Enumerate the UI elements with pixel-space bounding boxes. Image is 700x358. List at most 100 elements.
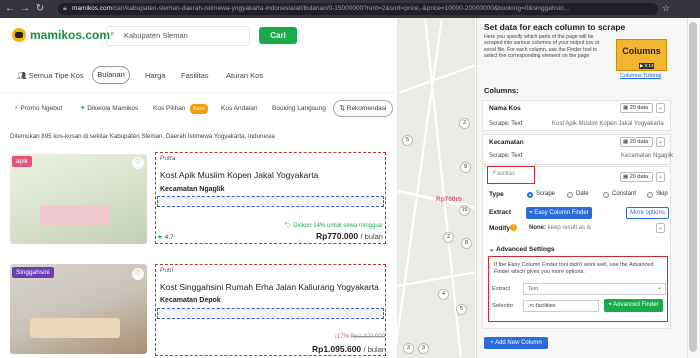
listing-gender: Putri: [160, 267, 174, 274]
filter-harga[interactable]: Harga: [145, 71, 165, 81]
easy-column-finder-button[interactable]: ⌖ Easy Column Finder: [526, 207, 592, 219]
scrape-preview: Kost Apik Muslim Kopen Jakal Yogyakarta: [552, 121, 664, 127]
advanced-settings-text: If the Easy Column Finder tool didn't wo…: [494, 262, 654, 275]
columns-tutorial-link[interactable]: Columns Tutorial: [620, 73, 661, 79]
modify-value: None:: [529, 225, 546, 231]
map-pin[interactable]: 9: [460, 162, 471, 173]
video-duration: ▶ 5:13: [639, 63, 655, 69]
table-icon: ▦: [623, 174, 630, 180]
advanced-finder-button[interactable]: ⌖ Advanced Finder: [604, 299, 663, 312]
radio-date-label: Date: [576, 191, 589, 197]
url-path: /cari/kabupaten-sleman-daerah-istimewa-y…: [112, 5, 570, 12]
chevron-down-icon[interactable]: ⌄: [656, 137, 665, 147]
price-value: Rp1.095.600: [312, 344, 362, 354]
filter-aturan-kos[interactable]: Aturan Kos: [226, 71, 263, 81]
chevron-down-icon: ⌄: [489, 246, 497, 253]
advanced-settings-toggle[interactable]: ⌄ Advanced Settings: [489, 245, 555, 253]
data-count-dropdown[interactable]: ▦ 20 data: [620, 172, 653, 182]
pill-kos-pilihan[interactable]: Kos Pilihan: [153, 104, 186, 114]
listing-title[interactable]: Kost Singgahsini Rumah Erha Jalan Kaliur…: [160, 282, 379, 292]
scrape-preview: Kecamatan Ngaglik: [621, 153, 674, 159]
badge-check-icon: ✦: [80, 105, 86, 112]
url-domain: mamikos.com: [72, 5, 113, 12]
pill-kos-andalan[interactable]: Kos Andalan: [221, 104, 258, 114]
video-time-label: 5:13: [644, 63, 654, 68]
finder-highlight: [157, 196, 384, 207]
scrollbar-thumb[interactable]: [689, 22, 697, 352]
selector-label: Selector: [492, 303, 514, 309]
mamikos-logo-icon: [12, 28, 26, 42]
column-name-input[interactable]: Fasilitas: [487, 166, 535, 184]
photo-bed: [40, 205, 110, 225]
results-count: Ditemukan 895 kos-kosan di sekitar Kabup…: [10, 133, 275, 140]
map-pin[interactable]: 5: [402, 135, 413, 146]
easy-finder-label: Easy Column Finder: [534, 210, 589, 216]
pill-dikelola-label: Dikelola Mamikos: [87, 105, 139, 112]
listing-rating: ★ 4.7: [157, 233, 174, 241]
favorite-heart-icon[interactable]: ♡: [132, 157, 144, 169]
pill-booking-langsung[interactable]: Booking Langsung: [272, 104, 326, 114]
forward-icon[interactable]: →: [19, 3, 31, 15]
discount-text: 🏷︎ Diskon 14% untuk sewa minggua: [284, 222, 382, 229]
listing-title[interactable]: Kost Apik Muslim Kopen Jakal Yogyakarta: [160, 170, 318, 180]
column-name[interactable]: Nama Kos: [489, 105, 521, 112]
listing-discount: ↓17% Rp1.320.000: [334, 334, 385, 340]
price-value: Rp770.000: [316, 231, 359, 241]
radio-constant-label: Constant: [612, 191, 637, 197]
radio-skip[interactable]: [647, 192, 653, 198]
filter-bulanan[interactable]: Bulanan: [92, 66, 130, 84]
map-pin[interactable]: 3: [403, 343, 414, 354]
reload-icon[interactable]: ↻: [34, 3, 46, 15]
chevron-down-icon[interactable]: ⌄: [656, 103, 665, 113]
scrape-type: Scrape: Text: [489, 153, 523, 159]
map-pin[interactable]: 8: [461, 238, 472, 249]
type-label: Type: [489, 191, 504, 198]
column-name[interactable]: Kecamatan: [489, 139, 524, 146]
scrape-type: Scrape: Text: [489, 121, 523, 127]
search-button[interactable]: Cari: [259, 27, 297, 44]
data-count-label: 20 data: [629, 174, 649, 180]
map-pin[interactable]: 2: [459, 118, 470, 129]
listing-kecamatan: Kecamatan Ngaglik: [160, 186, 225, 193]
data-count-label: 20 data: [629, 105, 649, 111]
more-options-button[interactable]: More options: [626, 207, 669, 219]
chevron-down-icon[interactable]: ⌄: [656, 223, 665, 233]
map-pin[interactable]: 4: [438, 289, 449, 300]
data-count-dropdown[interactable]: ▦ 20 data: [620, 103, 653, 113]
address-bar[interactable]: mamikos.com/cari/kabupaten-sleman-daerah…: [58, 3, 658, 15]
add-new-column-button[interactable]: + Add New Column: [484, 337, 548, 349]
site-logo[interactable]: mamikos.com: [30, 28, 110, 42]
modify-select[interactable]: None: keep result as is: [529, 225, 591, 231]
radio-scrape[interactable]: [527, 192, 533, 198]
map-price-label[interactable]: Rp700rb: [436, 196, 462, 203]
rating-value: 4.7: [164, 234, 174, 241]
listing-price: Rp770.000 / bulan: [316, 231, 383, 241]
back-icon[interactable]: ←: [4, 3, 16, 15]
columns-heading: Columns:: [484, 86, 519, 95]
sort-label: Rekomendasi: [346, 105, 387, 112]
info-icon: !: [510, 224, 517, 231]
discount-label: Diskon 14% untuk sewa minggua: [293, 223, 383, 229]
filter-tipe-kos[interactable]: 👥︎ Semua Tipe Kos: [17, 71, 84, 81]
extract-select[interactable]: Text: [523, 283, 666, 295]
selector-input[interactable]: .rc-facilities: [523, 300, 599, 312]
flash-icon: ⚡︎: [14, 105, 19, 112]
map-pin[interactable]: 15: [459, 205, 470, 216]
data-count-dropdown[interactable]: ▦ 20 data: [620, 137, 653, 147]
map-pin[interactable]: 3: [418, 343, 429, 354]
data-count-label: 20 data: [629, 139, 649, 145]
apik-badge: apik: [12, 156, 32, 167]
pill-dikelola-mamikos[interactable]: ✦ Dikelola Mamikos: [80, 104, 138, 114]
listing-photo[interactable]: [10, 154, 147, 244]
map-pin[interactable]: 2: [443, 232, 454, 243]
sort-rekomendasi[interactable]: ⇅ Rekomendasi: [333, 100, 393, 117]
bookmark-star-icon[interactable]: ☆: [662, 3, 670, 14]
radio-scrape-label: Scrape: [536, 191, 556, 197]
favorite-heart-icon[interactable]: ♡: [132, 268, 144, 280]
radio-date[interactable]: [567, 192, 573, 198]
pill-promo-ngebut[interactable]: ⚡︎ Promo Ngebut: [14, 104, 62, 114]
radio-constant[interactable]: [603, 192, 609, 198]
map-pin[interactable]: 5: [456, 304, 467, 315]
chevron-down-icon[interactable]: ⌄: [656, 172, 665, 182]
filter-fasilitas[interactable]: Fasilitas: [181, 71, 209, 81]
